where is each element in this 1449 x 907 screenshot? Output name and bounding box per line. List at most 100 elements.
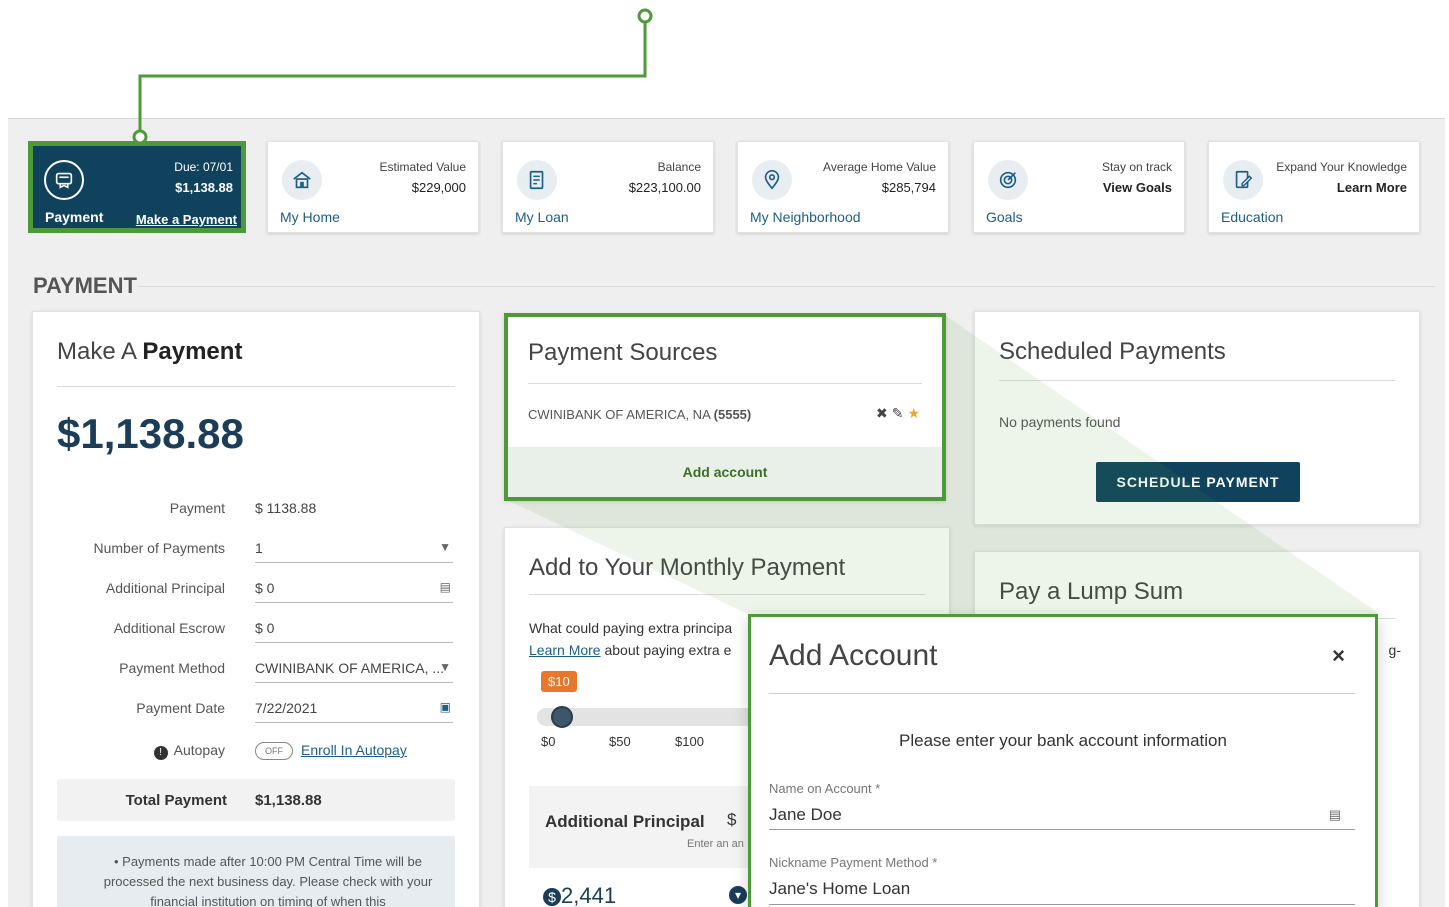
- tile-education[interactable]: Expand Your Knowledge Learn More Educati…: [1208, 141, 1420, 233]
- field-label: Payment Method: [119, 660, 225, 676]
- ap-hint: Enter an an: [687, 838, 744, 850]
- nickname-label: Nickname Payment Method *: [769, 855, 938, 870]
- additional-escrow-input[interactable]: Additional Escrow $ 0: [33, 614, 479, 644]
- source-actions: ✖✎★: [876, 405, 924, 422]
- field-underline: [255, 682, 453, 683]
- monthly-description: What could paying extra principa: [529, 620, 733, 636]
- chevron-down-icon: ▼: [439, 660, 451, 674]
- autopay-row: ! Autopay OFF Enroll In Autopay: [33, 736, 479, 766]
- card-title: Make A Payment: [57, 338, 243, 365]
- section-title: PAYMENT: [33, 273, 137, 298]
- location-pin-icon: [752, 160, 792, 200]
- tile-value: $229,000: [411, 180, 466, 195]
- tile-value: $1,138.88: [175, 180, 233, 195]
- payment-method-select[interactable]: Payment Method CWINIBANK OF AMERICA, ...…: [33, 654, 479, 684]
- tile-my-loan[interactable]: Balance $223,100.00 My Loan: [502, 141, 714, 233]
- add-account-button[interactable]: Add account: [508, 447, 942, 497]
- field-label: Payment: [169, 500, 225, 516]
- total-label: Total Payment: [125, 792, 227, 809]
- tile-goals[interactable]: Stay on track View Goals Goals: [973, 141, 1185, 233]
- ap-label: Additional Principal: [545, 812, 705, 831]
- calculator-icon: ▤: [439, 580, 451, 594]
- card-title: Add to Your Monthly Payment: [529, 554, 846, 581]
- nickname-input[interactable]: Jane's Home Loan: [769, 879, 910, 899]
- card-divider: [57, 386, 455, 387]
- payment-date-input[interactable]: Payment Date 7/22/2021 ▣: [33, 694, 479, 724]
- tile-payment[interactable]: Due: 07/01 $1,138.88 Payment Make a Paym…: [28, 141, 246, 233]
- name-on-account-label: Name on Account *: [769, 781, 881, 796]
- field-payment: Payment $ 1138.88: [33, 494, 479, 524]
- tile-small-text: Expand Your Knowledge: [1276, 160, 1407, 174]
- payment-note: • Payments made after 10:00 PM Central T…: [57, 836, 455, 907]
- field-label: Additional Escrow: [113, 620, 225, 636]
- card-title: Pay a Lump Sum: [999, 578, 1184, 605]
- field-underline: [255, 562, 453, 563]
- autopay-controls: OFF Enroll In Autopay: [255, 742, 407, 761]
- field-label: ! Autopay: [153, 742, 225, 760]
- field-label: Payment Date: [136, 700, 225, 716]
- field-underline: [769, 904, 1355, 905]
- total-value: $1,138.88: [255, 792, 322, 809]
- tile-value: Learn More: [1336, 180, 1407, 195]
- field-value: 7/22/2021: [255, 700, 318, 716]
- card-divider: [999, 380, 1395, 381]
- card-title: Payment Sources: [528, 339, 718, 366]
- field-value: $ 0: [255, 580, 275, 596]
- target-icon: [988, 160, 1028, 200]
- tile-label: My Home: [280, 209, 340, 225]
- card-title: Scheduled Payments: [999, 338, 1226, 365]
- tile-small-text: Due: 07/01: [174, 160, 233, 174]
- close-icon[interactable]: ×: [1332, 643, 1345, 669]
- tile-my-home[interactable]: Estimated Value $229,000 My Home: [267, 141, 479, 233]
- additional-principal-input[interactable]: Additional Principal $ 0 ▤: [33, 574, 479, 604]
- field-value: $ 1138.88: [255, 500, 317, 516]
- tile-label: My Loan: [515, 209, 569, 225]
- contact-card-icon: ▤: [1328, 807, 1341, 822]
- education-icon: [1223, 160, 1263, 200]
- slider-tick: $100: [675, 734, 704, 749]
- field-underline: [769, 829, 1355, 830]
- total-payment-bar: Total Payment $1,138.88: [57, 779, 455, 821]
- field-underline: [255, 602, 453, 603]
- home-icon: [282, 160, 322, 200]
- monthly-learn-more: Learn More about paying extra e: [529, 642, 732, 658]
- slider-tick: $0: [541, 734, 556, 749]
- field-underline: [255, 642, 453, 643]
- tile-small-text: Estimated Value: [379, 160, 467, 174]
- star-icon[interactable]: ★: [907, 405, 924, 421]
- card-divider: [528, 383, 922, 384]
- delete-icon[interactable]: ✖: [876, 405, 892, 421]
- tile-label: Goals: [986, 209, 1023, 225]
- dollar-circle-icon: $: [543, 888, 561, 907]
- payment-source-row: CWINIBANK OF AMERICA, NA (5555): [528, 407, 752, 422]
- field-underline: [255, 722, 453, 723]
- tile-value: $285,794: [881, 180, 936, 195]
- payment-icon: [44, 160, 84, 200]
- make-a-payment-link[interactable]: Make a Payment: [136, 212, 237, 227]
- number-of-payments-select[interactable]: Number of Payments 1 ▼: [33, 534, 479, 564]
- schedule-payment-button[interactable]: SCHEDULE PAYMENT: [1096, 462, 1300, 502]
- tile-value: $223,100.00: [628, 180, 701, 195]
- make-payment-card: Make A Payment $1,138.88 Payment $ 1138.…: [32, 311, 480, 907]
- lump-text-edge: g-: [1388, 642, 1401, 658]
- learn-more-link[interactable]: Learn More: [529, 642, 601, 658]
- edit-pencil-icon[interactable]: ✎: [892, 405, 908, 421]
- field-label: Additional Principal: [105, 580, 225, 596]
- tile-small-text: Average Home Value: [823, 160, 936, 174]
- tile-my-neighborhood[interactable]: Average Home Value $285,794 My Neighborh…: [737, 141, 949, 233]
- modal-divider: [769, 693, 1355, 694]
- add-account-modal: Add Account × Please enter your bank acc…: [748, 614, 1378, 907]
- modal-intro: Please enter your bank account informati…: [899, 731, 1227, 750]
- payment-amount: $1,138.88: [57, 410, 244, 457]
- payment-sources-card: Payment Sources CWINIBANK OF AMERICA, NA…: [504, 313, 946, 501]
- field-value: $ 0: [255, 620, 275, 636]
- name-on-account-input[interactable]: Jane Doe: [769, 805, 842, 825]
- field-value: 1: [255, 540, 263, 556]
- tile-label: Education: [1221, 209, 1284, 225]
- expand-icon[interactable]: ▾: [729, 886, 747, 904]
- slider-handle[interactable]: [551, 706, 573, 728]
- enroll-autopay-link[interactable]: Enroll In Autopay: [301, 742, 407, 758]
- tile-small-text: Balance: [657, 160, 701, 174]
- slider-tick: $50: [609, 734, 631, 749]
- autopay-toggle[interactable]: OFF: [255, 742, 293, 761]
